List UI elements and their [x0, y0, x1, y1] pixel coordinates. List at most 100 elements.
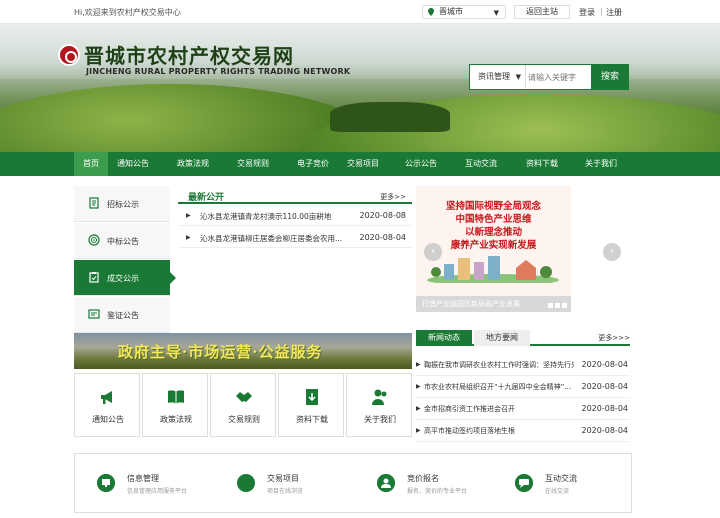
list-item-date: 2020-08-04 [581, 360, 629, 369]
welcome-text: Hi,欢迎来到农村产权交易中心 [74, 8, 181, 17]
slide-line: 坚持国际视野全局观念 [445, 201, 541, 212]
list-item[interactable]: ▶ 鞠振在我市调研农业农村工作时强调：坚持先行先... 2020-08-04 [416, 354, 630, 376]
slide-dots[interactable] [546, 301, 567, 310]
service-subtitle: 在线交流 [545, 488, 570, 495]
nav-projects[interactable]: 交易项目 [342, 152, 384, 176]
bullet-arrow-icon: ▶ [186, 234, 191, 241]
more-link[interactable]: 更多>> [380, 192, 406, 202]
handshake-icon [237, 474, 255, 492]
nav-policies[interactable]: 政策法规 [171, 152, 215, 176]
document-icon [89, 197, 99, 209]
quick-link-trade-rules[interactable]: 交易规则 [210, 373, 276, 437]
news-tabs: 新闻动态 地方要闻 更多>>> [416, 330, 630, 346]
search-box: 资讯管理 ▼ 搜索 [469, 64, 629, 90]
slide-line: 中国特色产业思维 [455, 214, 532, 225]
service-info-management[interactable]: 信息管理 信息管理应用服务平台 [97, 472, 227, 498]
list-item-title: 市农业农村局组织召开“十九届四中全会精神”... [424, 383, 571, 391]
list-item[interactable]: ▶ 金市招商引资工作推进会召开 2020-08-04 [416, 398, 630, 420]
list-item-title: 鞠振在我市调研农业农村工作时强调：坚持先行先... [424, 361, 574, 369]
list-item[interactable]: ▶ 沁水县龙港镇柳庄居委会柳庄居委会农用... 2020-08-04 [178, 228, 412, 248]
quick-link-about[interactable]: 关于我们 [346, 373, 412, 437]
slide-next-button[interactable]: › [603, 243, 621, 261]
divider: | [600, 7, 603, 16]
nav-trade-rules[interactable]: 交易规则 [232, 152, 274, 176]
search-button[interactable]: 搜索 [591, 64, 629, 90]
megaphone-icon [101, 391, 112, 404]
book-icon [168, 390, 184, 404]
nav-interaction[interactable]: 互动交流 [460, 152, 502, 176]
quick-link-downloads[interactable]: 资料下载 [278, 373, 344, 437]
service-bid-registration[interactable]: 竞价报名 报名、竞价的专业平台 [377, 472, 507, 498]
search-category-select[interactable]: 资讯管理 ▼ [470, 65, 526, 89]
chat-icon [515, 474, 533, 492]
quick-link-label: 通知公告 [92, 415, 124, 424]
site-logo[interactable]: 晋城市农村产权交易网 JINCHENG RURAL PROPERTY RIGHT… [56, 40, 350, 90]
return-main-site-button[interactable]: 返回主站 [514, 5, 570, 19]
service-title: 互动交流 [545, 474, 577, 483]
quick-link-label: 交易规则 [228, 415, 260, 424]
news-list: ▶ 鞠振在我市调研农业农村工作时强调：坚持先行先... 2020-08-04 ▶… [416, 354, 630, 442]
service-title: 竞价报名 [407, 474, 439, 483]
list-item-date: 2020-08-08 [359, 211, 407, 220]
login-link[interactable]: 登录 [579, 7, 595, 18]
location-pin-icon [428, 8, 434, 16]
service-subtitle: 信息管理应用服务平台 [127, 488, 188, 495]
quick-link-label: 关于我们 [364, 415, 396, 424]
services-bar: 信息管理 信息管理应用服务平台 交易项目 项目在线浏览 竞价报名 报名、竞价的专… [74, 453, 632, 513]
bullet-arrow-icon: ▶ [416, 361, 421, 368]
slogan-text: 政府主导·市场运营·公益服务 [118, 343, 323, 361]
sidebar-item-deal[interactable]: 成交公示 [74, 260, 176, 296]
main-nav: 首页 通知公告 政策法规 交易规则 电子竞价 交易项目 公示公告 互动交流 资料… [0, 152, 720, 176]
tab-news[interactable]: 新闻动态 [416, 330, 472, 346]
bullet-arrow-icon: ▶ [416, 427, 421, 434]
slide-line: 以新理念推动 [464, 227, 522, 238]
service-subtitle: 报名、竞价的专业平台 [407, 488, 468, 495]
nav-e-bidding[interactable]: 电子竞价 [292, 152, 334, 176]
nav-home[interactable]: 首页 [74, 152, 108, 176]
list-item-title: 沁水县龙港镇柳庄居委会柳庄居委会农用... [200, 234, 343, 243]
list-item-title: 沁水县龙港镇青龙村澳示110.00亩耕地 [200, 212, 332, 221]
download-icon [306, 389, 318, 405]
search-category-label: 资讯管理 [478, 72, 510, 81]
sidebar-item-label: 中标公告 [107, 237, 139, 246]
list-item-date: 2020-08-04 [581, 426, 629, 435]
bullet-arrow-icon: ▶ [416, 405, 421, 412]
quick-link-notices[interactable]: 通知公告 [74, 373, 140, 437]
search-input[interactable] [528, 67, 588, 87]
service-title: 信息管理 [127, 474, 159, 483]
register-link[interactable]: 注册 [606, 7, 622, 18]
nav-announcements[interactable]: 公示公告 [400, 152, 442, 176]
slide-prev-button[interactable]: ‹ [424, 243, 442, 261]
logo-subtitle: JINCHENG RURAL PROPERTY RIGHTS TRADING N… [86, 67, 351, 76]
nav-about[interactable]: 关于我们 [580, 152, 622, 176]
people-icon [372, 389, 387, 405]
service-subtitle: 项目在线浏览 [267, 488, 304, 495]
clipboard-icon [89, 272, 99, 283]
service-interaction[interactable]: 互动交流 在线交流 [515, 472, 645, 498]
more-link[interactable]: 更多>>> [598, 333, 630, 343]
list-item[interactable]: ▶ 高平市推动签约项目落地生根 2020-08-04 [416, 420, 630, 442]
certificate-icon [88, 309, 100, 319]
sidebar-item-label: 招标公示 [107, 200, 139, 209]
sidebar-item-winning-bid[interactable]: 中标公告 [74, 223, 170, 259]
city-label: 晋城市 [439, 7, 463, 16]
sidebar-item-tender[interactable]: 招标公示 [74, 186, 170, 222]
quick-link-label: 政策法规 [160, 415, 192, 424]
nav-notices[interactable]: 通知公告 [112, 152, 154, 176]
list-item[interactable]: ▶ 沁水县龙港镇青龙村澳示110.00亩耕地 2020-08-08 [178, 206, 412, 226]
sidebar-item-label: 鉴证公告 [107, 311, 139, 320]
list-item[interactable]: ▶ 市农业农村局组织召开“十九届四中全会精神”... 2020-08-04 [416, 376, 630, 398]
bullet-arrow-icon: ▶ [416, 383, 421, 390]
tab-local-news[interactable]: 地方要闻 [474, 330, 530, 346]
nav-downloads[interactable]: 资料下载 [520, 152, 564, 176]
list-item-date: 2020-08-04 [581, 404, 629, 413]
service-title: 交易项目 [267, 474, 299, 483]
quick-link-policies[interactable]: 政策法规 [142, 373, 208, 437]
city-selector[interactable]: 晋城市 ▼ [422, 5, 506, 19]
sidebar-item-certification[interactable]: 鉴证公告 [74, 297, 170, 333]
emblem-icon [58, 44, 80, 66]
list-item-date: 2020-08-04 [581, 382, 629, 391]
service-trade-projects[interactable]: 交易项目 项目在线浏览 [237, 472, 367, 498]
list-item-title: 金市招商引资工作推进会召开 [424, 405, 515, 413]
sidebar-item-label: 成交公示 [107, 274, 139, 283]
